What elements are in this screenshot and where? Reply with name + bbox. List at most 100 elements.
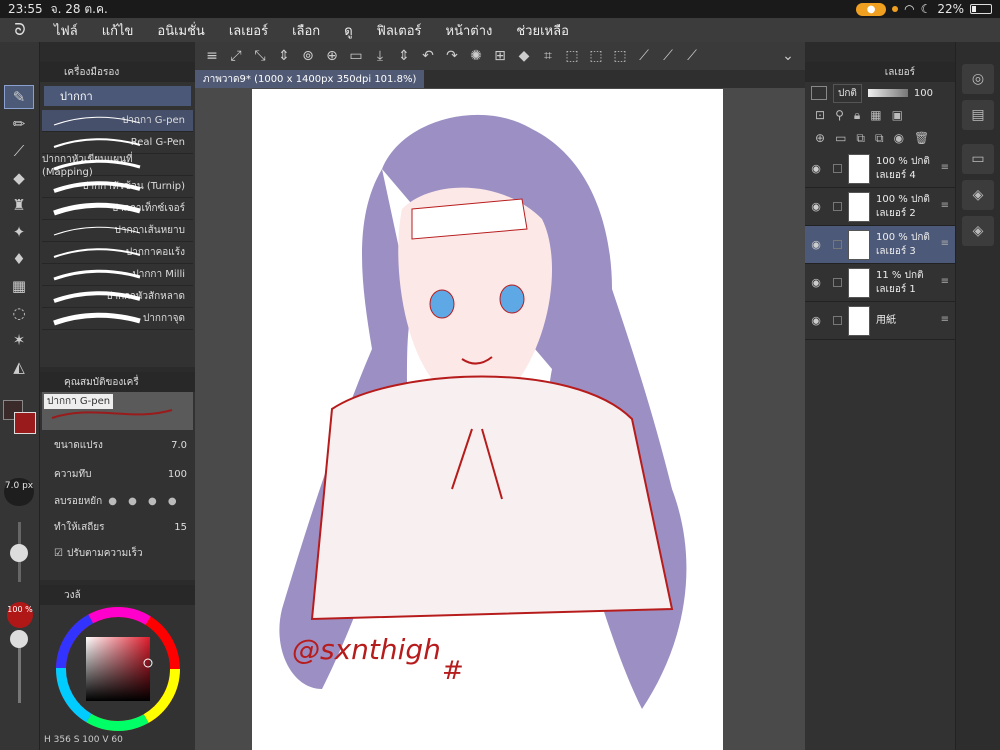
menu-filter[interactable]: ฟิลเตอร์ — [377, 20, 422, 41]
speed-row[interactable]: ☑ ปรับตามความเร็ว — [40, 540, 195, 566]
eye-icon[interactable]: ◉ — [805, 314, 827, 327]
antialias-options-icon[interactable]: ● ● ● ● — [108, 496, 180, 507]
draw-icon[interactable]: ⟋ — [633, 45, 655, 67]
layer-menu-icon[interactable]: ≡ — [941, 238, 949, 249]
layer-row[interactable]: ◉ 11 % ปกติ เลเยอร์ 1 ≡ — [805, 264, 955, 302]
stroke-icon[interactable]: ⟋ — [681, 45, 703, 67]
transform-icon[interactable]: ⤡ — [249, 45, 271, 67]
menu-window[interactable]: หน้าต่าง — [446, 20, 493, 41]
layer-color-icon[interactable] — [811, 86, 827, 100]
save-icon[interactable]: ⤓ — [369, 45, 391, 67]
antialias-row[interactable]: ลบรอยหยัก ● ● ● ● — [40, 488, 195, 514]
subtool-group-tab[interactable]: ปากกา — [44, 86, 191, 106]
clear-icon[interactable]: ⊞ — [489, 45, 511, 67]
menu-select[interactable]: เลือก — [292, 20, 320, 41]
brush-item[interactable]: ปากกาหัวสักหลาด — [42, 286, 193, 308]
lock-icon[interactable]: 🔒︎ — [854, 108, 860, 123]
fill-icon[interactable]: ◆ — [513, 45, 535, 67]
brush-item[interactable]: ปากกาเท็กซ์เจอร์ — [42, 198, 193, 220]
brush-size-knob[interactable] — [10, 544, 28, 562]
blend-mode-select[interactable]: ปกติ — [833, 83, 862, 103]
ruler-icon[interactable]: ⬚ — [609, 45, 631, 67]
properties-icon[interactable]: ▤ — [962, 100, 994, 130]
fit-icon[interactable]: ⤢ — [225, 45, 247, 67]
stabilize-row[interactable]: ทำให้เสถียร 15 — [40, 514, 195, 540]
decoration-tool-icon[interactable]: ✦ — [4, 220, 34, 244]
checkbox-icon[interactable]: ☑ — [54, 548, 63, 559]
brush-item[interactable]: ปากกาคอแร้ง — [42, 242, 193, 264]
pen-tool-icon[interactable]: ✎ — [4, 85, 34, 109]
spinner2-icon[interactable]: ⇕ — [393, 45, 415, 67]
deselect-icon[interactable]: ⬚ — [561, 45, 583, 67]
blend-tool-icon[interactable]: ♦ — [4, 247, 34, 271]
layer-menu-icon[interactable]: ≡ — [941, 162, 949, 173]
navigator-icon[interactable]: ◎ — [962, 64, 994, 94]
brush-tool-icon[interactable]: ⟋ — [4, 139, 34, 163]
foreground-color-swatch[interactable] — [14, 412, 36, 434]
menu-animation[interactable]: อนิเมชั่น — [157, 20, 204, 41]
airbrush-tool-icon[interactable]: ♜ — [4, 193, 34, 217]
pencil-tool-icon[interactable]: ✏ — [4, 112, 34, 136]
auto-select-tool-icon[interactable]: ✶ — [4, 328, 34, 352]
brush-item[interactable]: ปากกาจุด — [42, 308, 193, 330]
menu-edit[interactable]: แก้ไข — [102, 20, 134, 41]
new-layer-icon[interactable]: ⊕ — [815, 131, 825, 146]
layer-menu-icon[interactable]: ≡ — [941, 276, 949, 287]
frame-tool-icon[interactable]: ▦ — [4, 274, 34, 298]
mask-add-icon[interactable]: ◉ — [894, 131, 904, 146]
new-file-icon[interactable]: ⊕ — [321, 45, 343, 67]
layer-check[interactable] — [833, 164, 842, 173]
layer-menu-icon[interactable]: ≡ — [941, 200, 949, 211]
eye-icon[interactable]: ◉ — [805, 162, 827, 175]
opacity-row[interactable]: ความทึบ 100 — [40, 460, 195, 488]
layer-settings-icon[interactable]: ◈ — [962, 216, 994, 246]
save-panel-icon[interactable]: ▭ — [962, 144, 994, 174]
lasso-tool-icon[interactable]: ◌ — [4, 301, 34, 325]
brush-item[interactable]: ปากกา G-pen — [42, 110, 193, 132]
menu-help[interactable]: ช่วยเหลือ — [516, 20, 569, 41]
eye-icon[interactable]: ◉ — [805, 200, 827, 213]
layer-check[interactable] — [833, 316, 842, 325]
layers-dock-icon[interactable]: ◈ — [962, 180, 994, 210]
document-tab[interactable]: ภาพวาด9* (1000 x 1400px 350dpi 101.8%) — [195, 70, 425, 88]
app-logo-icon[interactable]: ᘐ — [0, 20, 40, 40]
layer-row[interactable]: ◉ 100 % ปกติ เลเยอร์ 4 ≡ — [805, 150, 955, 188]
clip-icon[interactable]: ⊡ — [815, 108, 825, 123]
undo-icon[interactable]: ↶ — [417, 45, 439, 67]
size-row[interactable]: ขนาดแปรง 7.0 — [40, 430, 195, 460]
settings-icon[interactable]: ⊚ — [297, 45, 319, 67]
menu-icon[interactable]: ≡ — [201, 45, 223, 67]
layer-check[interactable] — [833, 240, 842, 249]
fill-tool-icon[interactable]: ◭ — [4, 355, 34, 379]
brush-item[interactable]: ปากกาหัวเขียนแผนที่ (Mapping) — [42, 154, 193, 178]
layer-check[interactable] — [833, 202, 842, 211]
merge-icon[interactable]: ⧉ — [875, 131, 884, 146]
lock-alpha-icon[interactable]: ▦ — [870, 108, 881, 123]
redo-icon[interactable]: ↷ — [441, 45, 463, 67]
opacity-bar[interactable] — [867, 89, 908, 97]
layer-row[interactable]: ◉ 100 % ปกติ เลเยอร์ 3 ≡ — [805, 226, 955, 264]
layer-row[interactable]: ◉ 100 % ปกติ เลเยอร์ 2 ≡ — [805, 188, 955, 226]
spinner-icon[interactable]: ⇕ — [273, 45, 295, 67]
loading-icon[interactable]: ✺ — [465, 45, 487, 67]
brush-item[interactable]: ปากกา Milli — [42, 264, 193, 286]
color-wheel[interactable] — [42, 603, 192, 733]
invert-icon[interactable]: ⬚ — [585, 45, 607, 67]
delete-layer-icon[interactable]: 🗑︎ — [914, 131, 929, 146]
brush-icon[interactable]: ⟋ — [657, 45, 679, 67]
layer-row[interactable]: ◉ 用紙 ≡ — [805, 302, 955, 340]
menu-layer[interactable]: เลเยอร์ — [229, 20, 268, 41]
brush-item[interactable]: ปากกาหัวช้อน (Turnip) — [42, 176, 193, 198]
open-icon[interactable]: ▭ — [345, 45, 367, 67]
new-folder-icon[interactable]: ▭ — [835, 131, 846, 146]
crop-icon[interactable]: ⌗ — [537, 45, 559, 67]
brush-item[interactable]: ปากกาเส้นหยาบ — [42, 220, 193, 242]
eraser-tool-icon[interactable]: ◆ — [4, 166, 34, 190]
opacity-knob[interactable] — [10, 630, 28, 648]
menu-file[interactable]: ไฟล์ — [54, 20, 78, 41]
copy-layer-icon[interactable]: ⧉ — [856, 131, 865, 146]
ref-icon[interactable]: ⚲ — [835, 108, 844, 123]
chevron-down-icon[interactable]: ⌄ — [777, 45, 799, 67]
eye-icon[interactable]: ◉ — [805, 276, 827, 289]
mask-icon[interactable]: ▣ — [892, 108, 903, 123]
